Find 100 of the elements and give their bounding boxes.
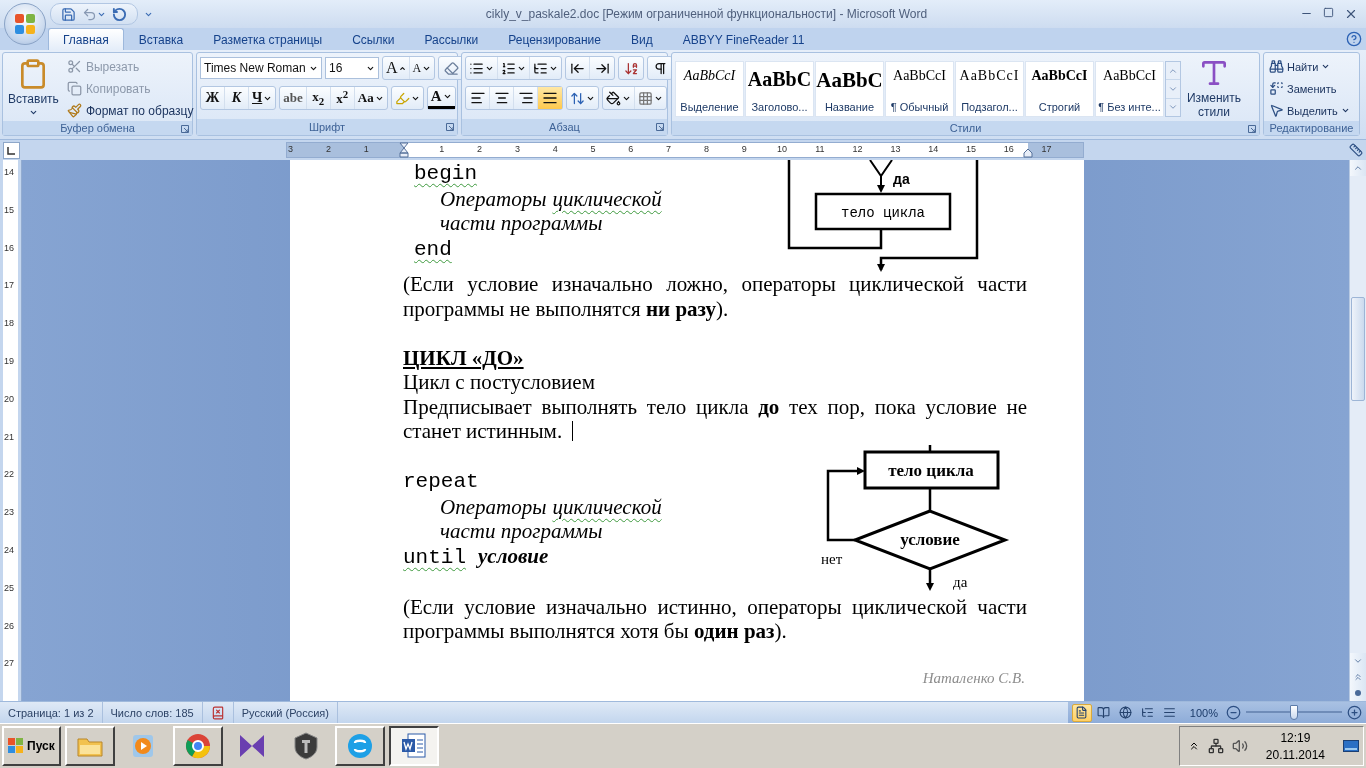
ribbon-tab[interactable]: ABBYY FineReader 11 bbox=[667, 28, 820, 50]
globe-icon bbox=[1119, 706, 1133, 719]
sort-icon bbox=[623, 60, 639, 76]
style-gallery-item[interactable]: AaBbCcI ¶ Без инте... bbox=[1095, 61, 1164, 117]
ribbon-tab[interactable]: Главная bbox=[48, 28, 124, 50]
style-sample: AaBbC bbox=[816, 68, 883, 93]
help-button[interactable] bbox=[1346, 31, 1362, 47]
align-button[interactable] bbox=[538, 87, 562, 109]
ruler-number: 10 bbox=[777, 144, 787, 154]
zoom-slider-thumb[interactable] bbox=[1290, 705, 1298, 720]
format-button[interactable]: К bbox=[225, 87, 249, 109]
pilcrow-icon bbox=[652, 60, 668, 76]
style-gallery-item[interactable]: AaBbCcI Подзагол... bbox=[955, 61, 1024, 117]
zoom-out-button[interactable] bbox=[1226, 705, 1241, 720]
undo-button[interactable] bbox=[82, 6, 106, 22]
style-sample: AaBbCcI bbox=[683, 68, 736, 84]
ribbon-tab[interactable]: Рецензирование bbox=[493, 28, 616, 50]
highlighter-icon bbox=[394, 90, 410, 106]
repeat-button[interactable] bbox=[112, 6, 127, 22]
format-button[interactable]: abe bbox=[280, 87, 307, 109]
spelling-icon bbox=[210, 705, 225, 720]
close-button[interactable] bbox=[1344, 7, 1358, 21]
comment-text: циклической bbox=[552, 186, 662, 211]
format-button[interactable]: Aa bbox=[354, 87, 387, 109]
font-size-field[interactable]: 16 bbox=[325, 57, 379, 79]
style-gallery-item[interactable]: AaBbCcI Выделение bbox=[675, 61, 744, 117]
font-color-button[interactable]: A bbox=[427, 87, 455, 109]
font-name-field[interactable]: Times New Roman bbox=[200, 57, 322, 79]
ruler-number: 3 bbox=[514, 144, 520, 154]
page-icon bbox=[1075, 706, 1089, 719]
ribbon-tab[interactable]: Ссылки bbox=[337, 28, 410, 50]
start-button[interactable]: Пуск bbox=[2, 726, 61, 766]
ruler-number: 4 bbox=[552, 144, 558, 154]
view-mode-button[interactable] bbox=[1071, 703, 1092, 722]
author-signature: Наталенко С.В. bbox=[921, 668, 1026, 688]
caret-icon bbox=[1321, 62, 1331, 71]
office-logo-icon bbox=[13, 12, 37, 36]
style-gallery-item[interactable]: AaBbCcI ¶ Обычный bbox=[885, 61, 954, 117]
ribbon-tab[interactable]: Вставка bbox=[123, 28, 199, 50]
format-button[interactable]: x$_{2}$ bbox=[306, 87, 331, 109]
clock-date[interactable]: 20.11.2014 bbox=[1265, 747, 1325, 762]
ribbon-tab[interactable]: Разметка страницы bbox=[198, 28, 338, 50]
condition-text: условие bbox=[478, 543, 549, 568]
indent-marker-icon[interactable] bbox=[399, 142, 409, 158]
clipboard-action-button[interactable]: Формат по образцу bbox=[64, 100, 196, 121]
ruler-icon bbox=[1349, 143, 1363, 157]
style-name: ¶ Обычный bbox=[890, 101, 949, 113]
tab-stop-button[interactable] bbox=[3, 141, 20, 159]
align-center-icon bbox=[493, 90, 510, 106]
editing-button[interactable]: Заменить bbox=[1267, 78, 1352, 99]
dialog-launcher-icon[interactable] bbox=[181, 125, 189, 133]
ribbon-tab[interactable]: Рассылки bbox=[409, 28, 494, 50]
comment-text: Операторы bbox=[440, 186, 547, 211]
numbered-list-icon bbox=[501, 60, 516, 76]
save-button[interactable] bbox=[61, 6, 76, 22]
editing-button[interactable]: Найти bbox=[1267, 56, 1352, 77]
style-name: Название bbox=[824, 101, 875, 113]
scissors-icon bbox=[66, 59, 82, 74]
windows-flag-icon bbox=[8, 738, 24, 754]
volume-icon[interactable] bbox=[1231, 738, 1248, 754]
ruler-number: 1 bbox=[439, 144, 445, 154]
ruler-number: 23 bbox=[4, 507, 14, 518]
scrollbar-thumb[interactable] bbox=[1351, 297, 1365, 401]
horizontal-ruler[interactable]: 3 2 1 1 2 3 4 5 6 7 8 9 10 11 12 13 14 15 16 17 bbox=[286, 142, 1084, 158]
clock-time[interactable]: 12:19 bbox=[1280, 730, 1311, 745]
network-icon[interactable] bbox=[1207, 738, 1224, 754]
shrink-font-button[interactable]: A bbox=[409, 57, 435, 79]
change-styles-button[interactable]: Изменить стили bbox=[1182, 55, 1246, 121]
show-desktop-icon[interactable] bbox=[1343, 740, 1359, 752]
no-label: нет bbox=[821, 550, 843, 567]
connector-line bbox=[928, 488, 932, 510]
taskbar-app-button[interactable] bbox=[388, 726, 439, 766]
copy-icon bbox=[66, 81, 82, 96]
dialog-launcher-icon[interactable] bbox=[446, 123, 454, 131]
ribbon-tab[interactable]: Вид bbox=[615, 28, 668, 50]
ruler-number: 21 bbox=[4, 431, 14, 442]
line-spacing-icon bbox=[570, 90, 585, 106]
format-button[interactable]: Ч bbox=[249, 87, 276, 109]
dialog-launcher-icon[interactable] bbox=[656, 123, 664, 131]
exit-arrow bbox=[926, 569, 934, 591]
style-name: Подзагол... bbox=[961, 101, 1018, 113]
binoculars-icon bbox=[1269, 59, 1284, 74]
browse-object-button[interactable] bbox=[1350, 685, 1366, 701]
vertical-ruler[interactable]: 14 15 16 17 18 19 20 21 22 23 24 25 26 27 bbox=[0, 160, 22, 701]
zoom-in-button[interactable] bbox=[1347, 705, 1362, 720]
paste-button[interactable]: Вставить bbox=[6, 56, 61, 121]
format-button[interactable]: Ж bbox=[201, 87, 225, 109]
zoom-level[interactable]: 100% bbox=[1189, 706, 1218, 719]
style-gallery-item[interactable]: AaBbC Заголово... bbox=[745, 61, 814, 117]
code-keyword: until bbox=[403, 545, 466, 569]
grow-font-button[interactable]: A bbox=[383, 57, 410, 79]
group-label: Шрифт bbox=[308, 121, 346, 133]
style-gallery-item[interactable]: AaBbC Название bbox=[815, 61, 884, 117]
editing-button[interactable]: Выделить bbox=[1267, 100, 1352, 121]
align-left-icon bbox=[469, 90, 486, 106]
format-button[interactable]: x$^{2}$ bbox=[330, 87, 355, 109]
shading-button[interactable] bbox=[603, 87, 635, 109]
dialog-launcher-icon[interactable] bbox=[1248, 125, 1256, 133]
section-heading: ЦИКЛ «ДО» bbox=[403, 345, 525, 370]
style-gallery-item[interactable]: AaBbCcI Строгий bbox=[1025, 61, 1094, 117]
